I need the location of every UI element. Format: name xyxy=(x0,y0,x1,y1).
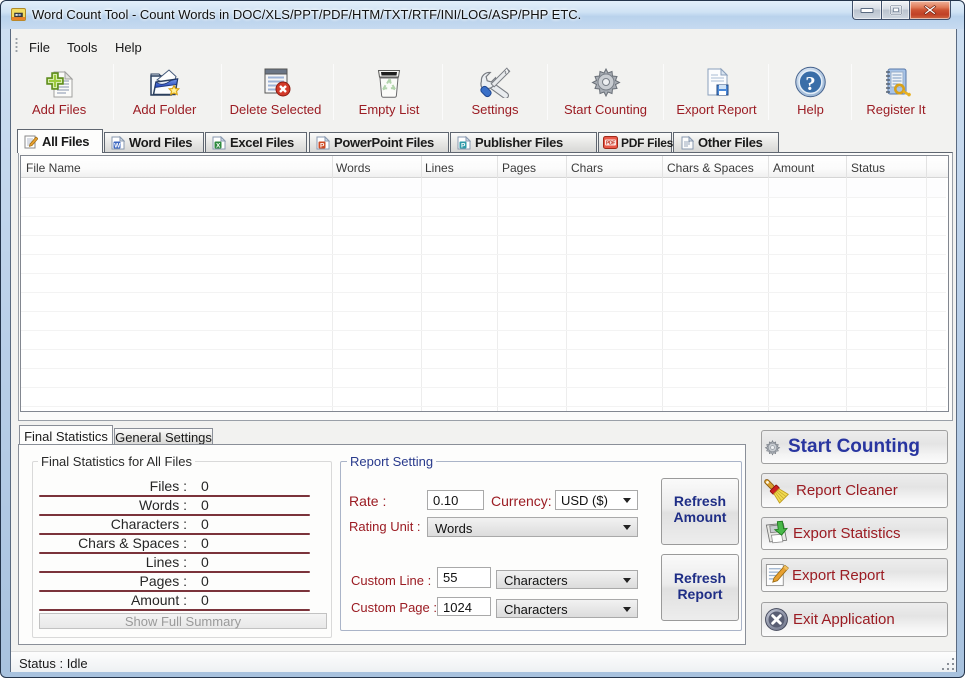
svg-text:?: ? xyxy=(805,73,815,95)
svg-text:PDF: PDF xyxy=(606,141,615,147)
